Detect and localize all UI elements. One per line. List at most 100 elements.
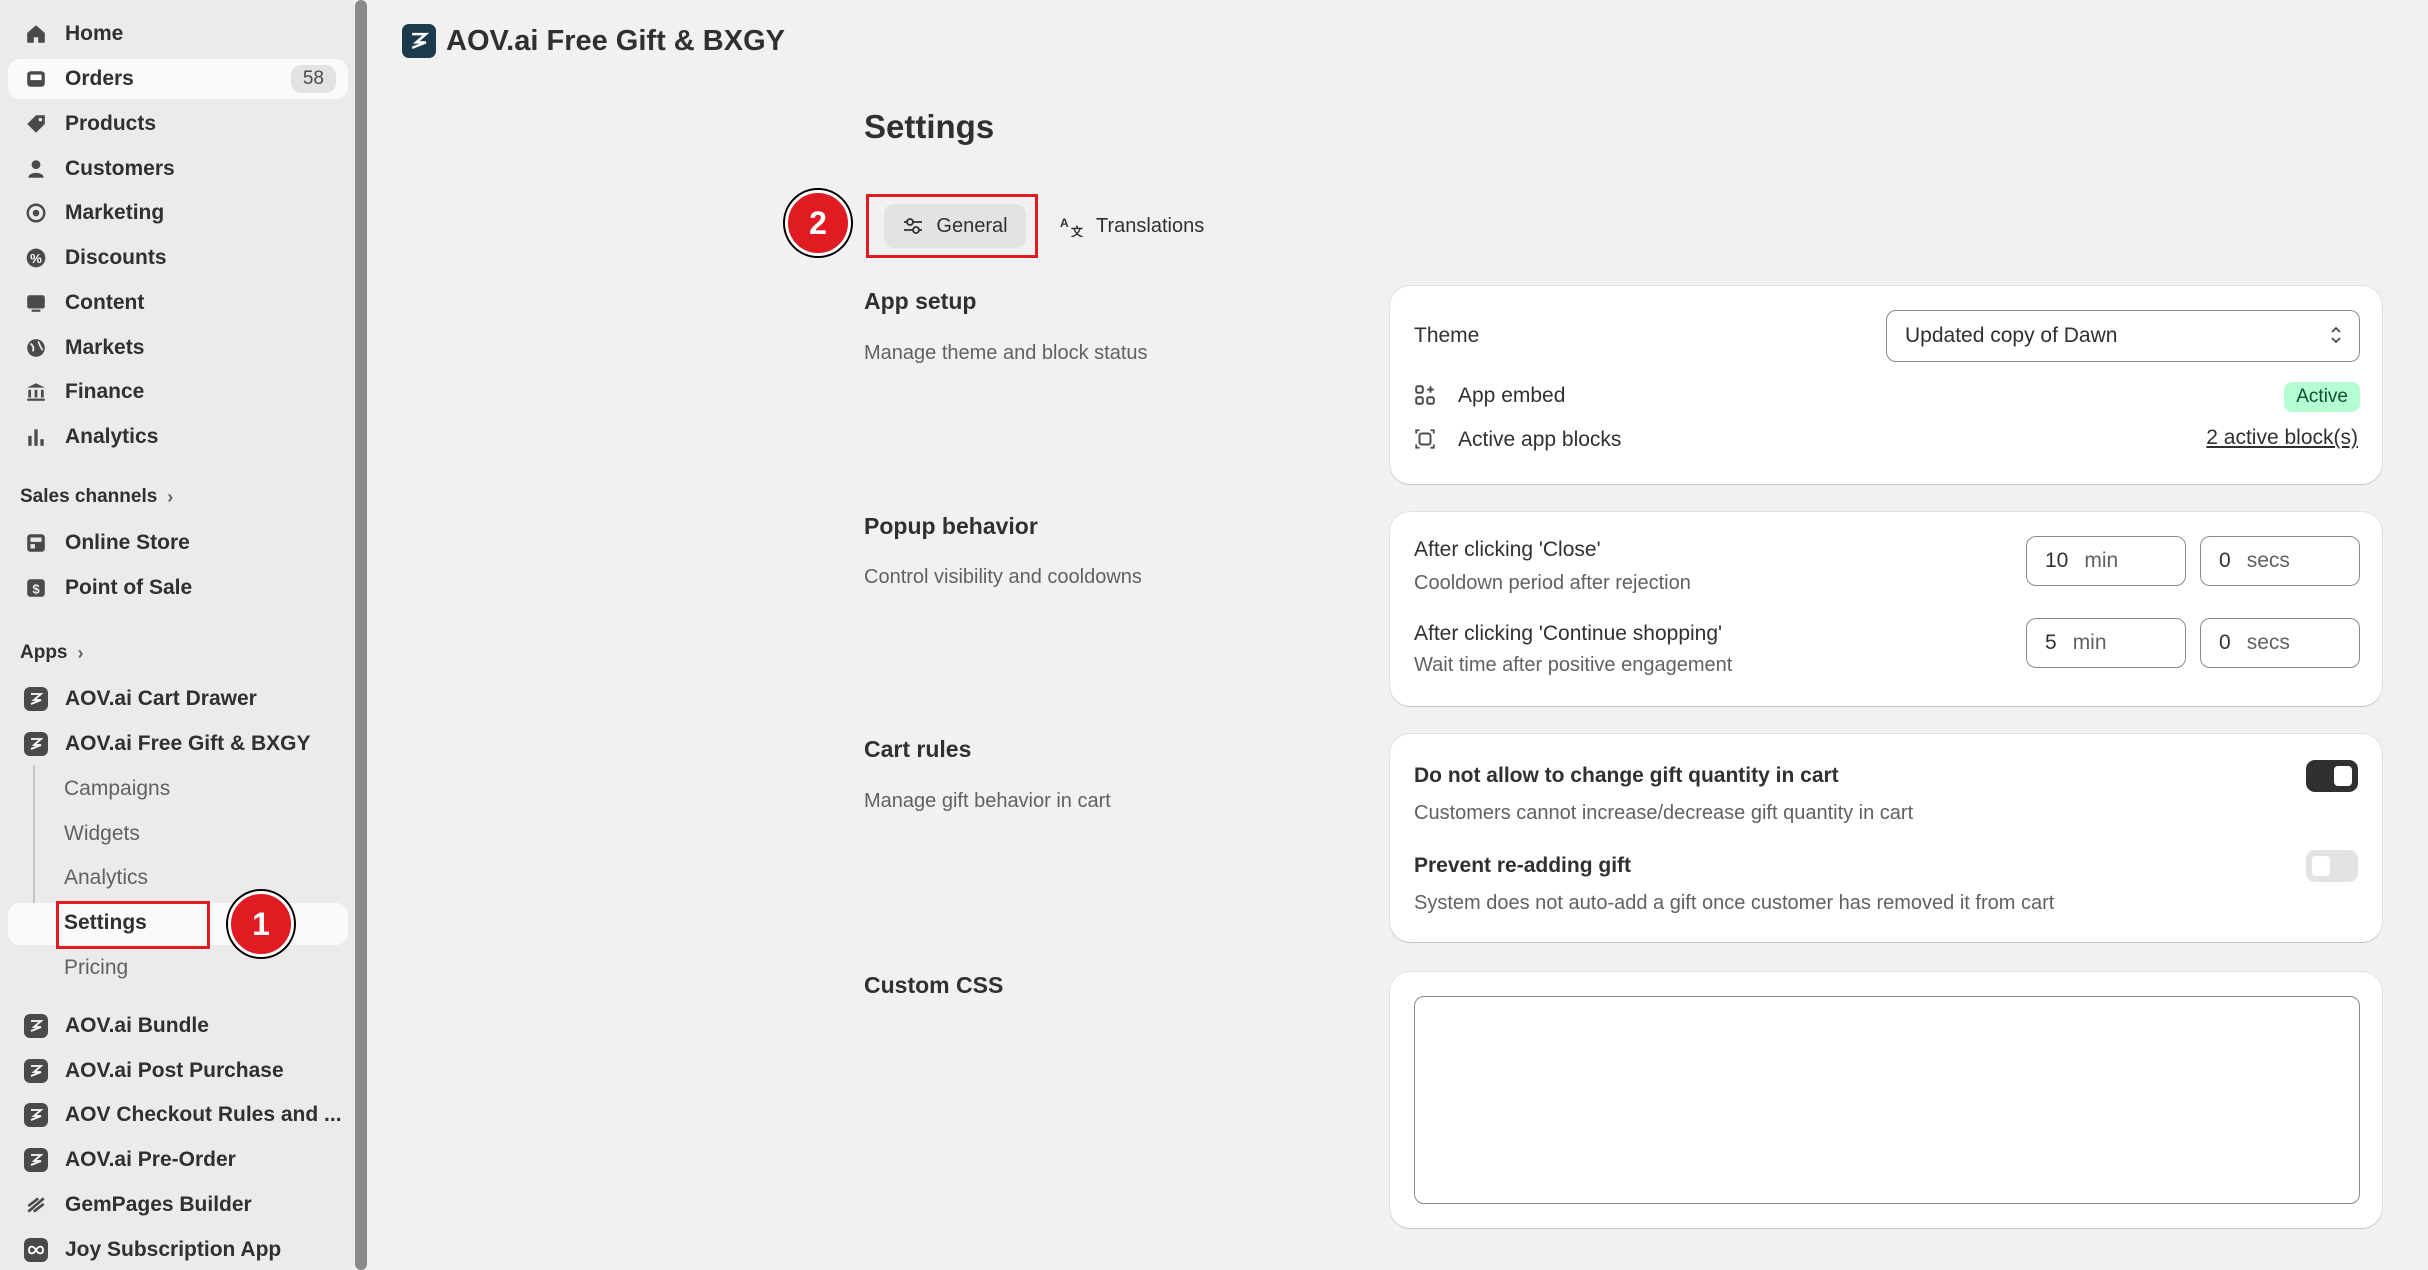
annotation-step-2: 2 [785, 190, 851, 256]
theme-label: Theme [1414, 324, 1480, 347]
rule-gift-quantity-sub: Customers cannot increase/decrease gift … [1414, 802, 1914, 824]
sidebar-item-orders[interactable]: Orders 58 [8, 59, 348, 99]
continue-minutes-input[interactable]: 5 min [2026, 618, 2186, 668]
content-icon [24, 291, 48, 315]
discount-icon: % [24, 246, 48, 270]
custom-css-textarea[interactable] [1414, 996, 2360, 1204]
page-title: Settings [864, 108, 995, 145]
person-icon [24, 157, 48, 181]
sidebar-item-discounts[interactable]: % Discounts [8, 238, 348, 278]
sidebar-item-home[interactable]: Home [8, 14, 348, 54]
popup-behavior-title: Popup behavior [864, 513, 1038, 539]
annotation-highlight-settings [56, 901, 210, 949]
gift-quantity-toggle[interactable] [2306, 760, 2358, 792]
app-logo-icon [24, 1103, 48, 1127]
tag-icon [24, 112, 48, 136]
sidebar-subitem-pricing[interactable]: Pricing [64, 948, 128, 988]
app-logo-icon [24, 1059, 48, 1083]
close-minutes-input[interactable]: 10 min [2026, 536, 2186, 586]
app-logo-icon [24, 1014, 48, 1038]
sidebar-item-analytics[interactable]: Analytics [8, 417, 348, 457]
app-logo-icon [24, 732, 48, 756]
sidebar-subitem-analytics[interactable]: Analytics [64, 858, 148, 898]
app-title: AOV.ai Free Gift & BXGY [446, 24, 785, 57]
close-cooldown-sub: Cooldown period after rejection [1414, 572, 1691, 594]
rule-prevent-readd-label: Prevent re-adding gift [1414, 854, 1632, 877]
translate-icon: A文 [1060, 215, 1084, 237]
tab-translations[interactable]: A文 Translations [1060, 204, 1204, 248]
svg-text:%: % [30, 251, 42, 266]
annotation-step-1: 1 [228, 891, 294, 957]
sidebar-item-gempages[interactable]: GemPages Builder [8, 1185, 348, 1225]
orders-icon [24, 67, 48, 91]
svg-text:A: A [1060, 216, 1069, 230]
sidebar-item-markets[interactable]: Markets [8, 328, 348, 368]
sidebar-item-customers[interactable]: Customers [8, 149, 348, 189]
sales-channels-header[interactable]: Sales channels › [20, 486, 173, 508]
custom-css-card [1390, 972, 2382, 1228]
cart-rules-title: Cart rules [864, 736, 972, 762]
app-setup-desc: Manage theme and block status [864, 342, 1148, 364]
cart-rules-desc: Manage gift behavior in cart [864, 790, 1111, 812]
continue-seconds-input[interactable]: 0 secs [2200, 618, 2360, 668]
sidebar-item-content[interactable]: Content [8, 283, 348, 323]
app-header: AOV.ai Free Gift & BXGY [402, 24, 785, 58]
sidebar-item-online-store[interactable]: Online Store [8, 523, 348, 563]
rule-gift-quantity-label: Do not allow to change gift quantity in … [1414, 764, 1839, 787]
sidebar-item-products[interactable]: Products [8, 104, 348, 144]
popup-behavior-card: After clicking 'Close' Cooldown period a… [1390, 512, 2382, 706]
cart-rules-card: Do not allow to change gift quantity in … [1390, 734, 2382, 942]
custom-css-title: Custom CSS [864, 972, 1004, 998]
sidebar-item-aov-pre-order[interactable]: AOV.ai Pre-Order [8, 1140, 348, 1180]
app-blocks-icon [1414, 428, 1436, 455]
sidebar: Home Orders 58 Products Customers Market… [0, 0, 354, 1270]
app-logo-icon [24, 687, 48, 711]
sidebar-item-finance[interactable]: Finance [8, 372, 348, 412]
bar-chart-icon [24, 425, 48, 449]
store-icon [24, 531, 48, 555]
sidebar-item-aov-post-purchase[interactable]: AOV.ai Post Purchase [8, 1051, 348, 1091]
target-icon [24, 201, 48, 225]
continue-wait-label: After clicking 'Continue shopping' [1414, 622, 1723, 645]
app-embed-label: App embed [1458, 384, 1566, 407]
sidebar-scrollbar[interactable] [355, 0, 367, 1270]
sidebar-item-point-of-sale[interactable]: $ Point of Sale [8, 568, 348, 608]
orders-count-badge: 58 [290, 65, 336, 93]
theme-select[interactable]: Updated copy of Dawn [1886, 310, 2360, 362]
apps-header[interactable]: Apps › [20, 642, 84, 664]
sidebar-item-marketing[interactable]: Marketing [8, 193, 348, 233]
close-seconds-input[interactable]: 0 secs [2200, 536, 2360, 586]
app-logo-icon [402, 24, 436, 58]
sidebar-item-aov-bundle[interactable]: AOV.ai Bundle [8, 1006, 348, 1046]
home-icon [24, 22, 48, 46]
app-setup-title: App setup [864, 288, 977, 314]
select-updown-icon [2329, 323, 2343, 353]
chevron-right-icon: › [167, 486, 174, 507]
app-setup-card: Theme Updated copy of Dawn App embed Act… [1390, 286, 2382, 484]
bank-icon [24, 380, 48, 404]
sidebar-subitem-widgets[interactable]: Widgets [64, 814, 140, 854]
app-logo-icon [24, 1148, 48, 1172]
svg-text:$: $ [32, 582, 40, 597]
annotation-highlight-general [866, 194, 1038, 258]
app-embed-status-badge: Active [2284, 382, 2360, 412]
continue-wait-sub: Wait time after positive engagement [1414, 654, 1733, 676]
svg-text:文: 文 [1071, 224, 1084, 237]
prevent-readd-toggle[interactable] [2306, 850, 2358, 882]
sidebar-item-aov-free-gift[interactable]: AOV.ai Free Gift & BXGY [8, 724, 348, 764]
rule-prevent-readd-sub: System does not auto-add a gift once cus… [1414, 892, 2055, 914]
sidebar-item-aov-checkout-rules[interactable]: AOV Checkout Rules and ... [8, 1095, 348, 1135]
sidebar-subitem-campaigns[interactable]: Campaigns [64, 769, 170, 809]
infinity-icon [24, 1238, 48, 1262]
close-cooldown-label: After clicking 'Close' [1414, 538, 1601, 561]
chevron-right-icon: › [77, 642, 84, 663]
app-embed-icon [1414, 384, 1436, 411]
gempages-icon [24, 1193, 48, 1217]
sidebar-item-joy-subscription[interactable]: Joy Subscription App [8, 1230, 348, 1270]
pos-icon: $ [24, 576, 48, 600]
globe-icon [24, 336, 48, 360]
active-app-blocks-label: Active app blocks [1458, 428, 1622, 451]
popup-behavior-desc: Control visibility and cooldowns [864, 566, 1142, 588]
active-blocks-link[interactable]: 2 active block(s) [2206, 426, 2358, 450]
sidebar-item-aov-cart-drawer[interactable]: AOV.ai Cart Drawer [8, 679, 348, 719]
